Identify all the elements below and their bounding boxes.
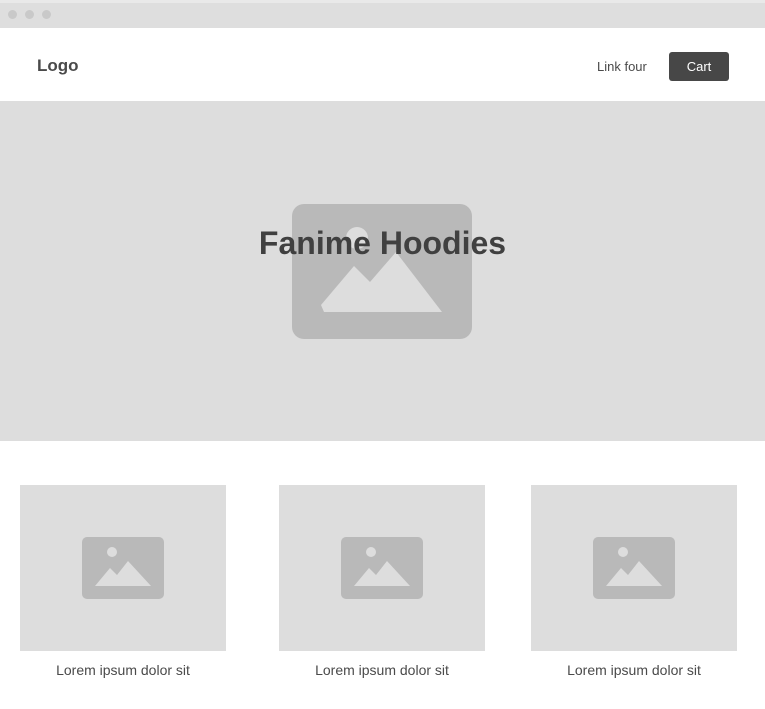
browser-window: Logo Link four Cart Fanime Hoodies Lorem… xyxy=(0,0,765,709)
window-maximize-dot[interactable] xyxy=(42,10,51,19)
image-placeholder-icon xyxy=(82,537,164,599)
product-image[interactable] xyxy=(279,485,485,651)
window-close-dot[interactable] xyxy=(8,10,17,19)
product-caption: Lorem ipsum dolor sit xyxy=(567,662,701,678)
product-card[interactable]: Lorem ipsum dolor sit xyxy=(279,485,485,678)
window-minimize-dot[interactable] xyxy=(25,10,34,19)
product-caption: Lorem ipsum dolor sit xyxy=(56,662,190,678)
navbar: Logo Link four Cart xyxy=(0,28,765,101)
product-card[interactable]: Lorem ipsum dolor sit xyxy=(20,485,226,678)
logo[interactable]: Logo xyxy=(37,56,79,76)
hero-title: Fanime Hoodies xyxy=(258,225,507,261)
product-image[interactable] xyxy=(531,485,737,651)
cart-button[interactable]: Cart xyxy=(669,52,729,81)
image-placeholder-icon xyxy=(593,537,675,599)
product-caption: Lorem ipsum dolor sit xyxy=(315,662,449,678)
hero-banner: Fanime Hoodies xyxy=(0,101,765,441)
nav-link-four[interactable]: Link four xyxy=(597,59,647,74)
product-card[interactable]: Lorem ipsum dolor sit xyxy=(531,485,737,678)
product-image[interactable] xyxy=(20,485,226,651)
window-titlebar xyxy=(0,0,765,28)
image-placeholder-icon xyxy=(341,537,423,599)
